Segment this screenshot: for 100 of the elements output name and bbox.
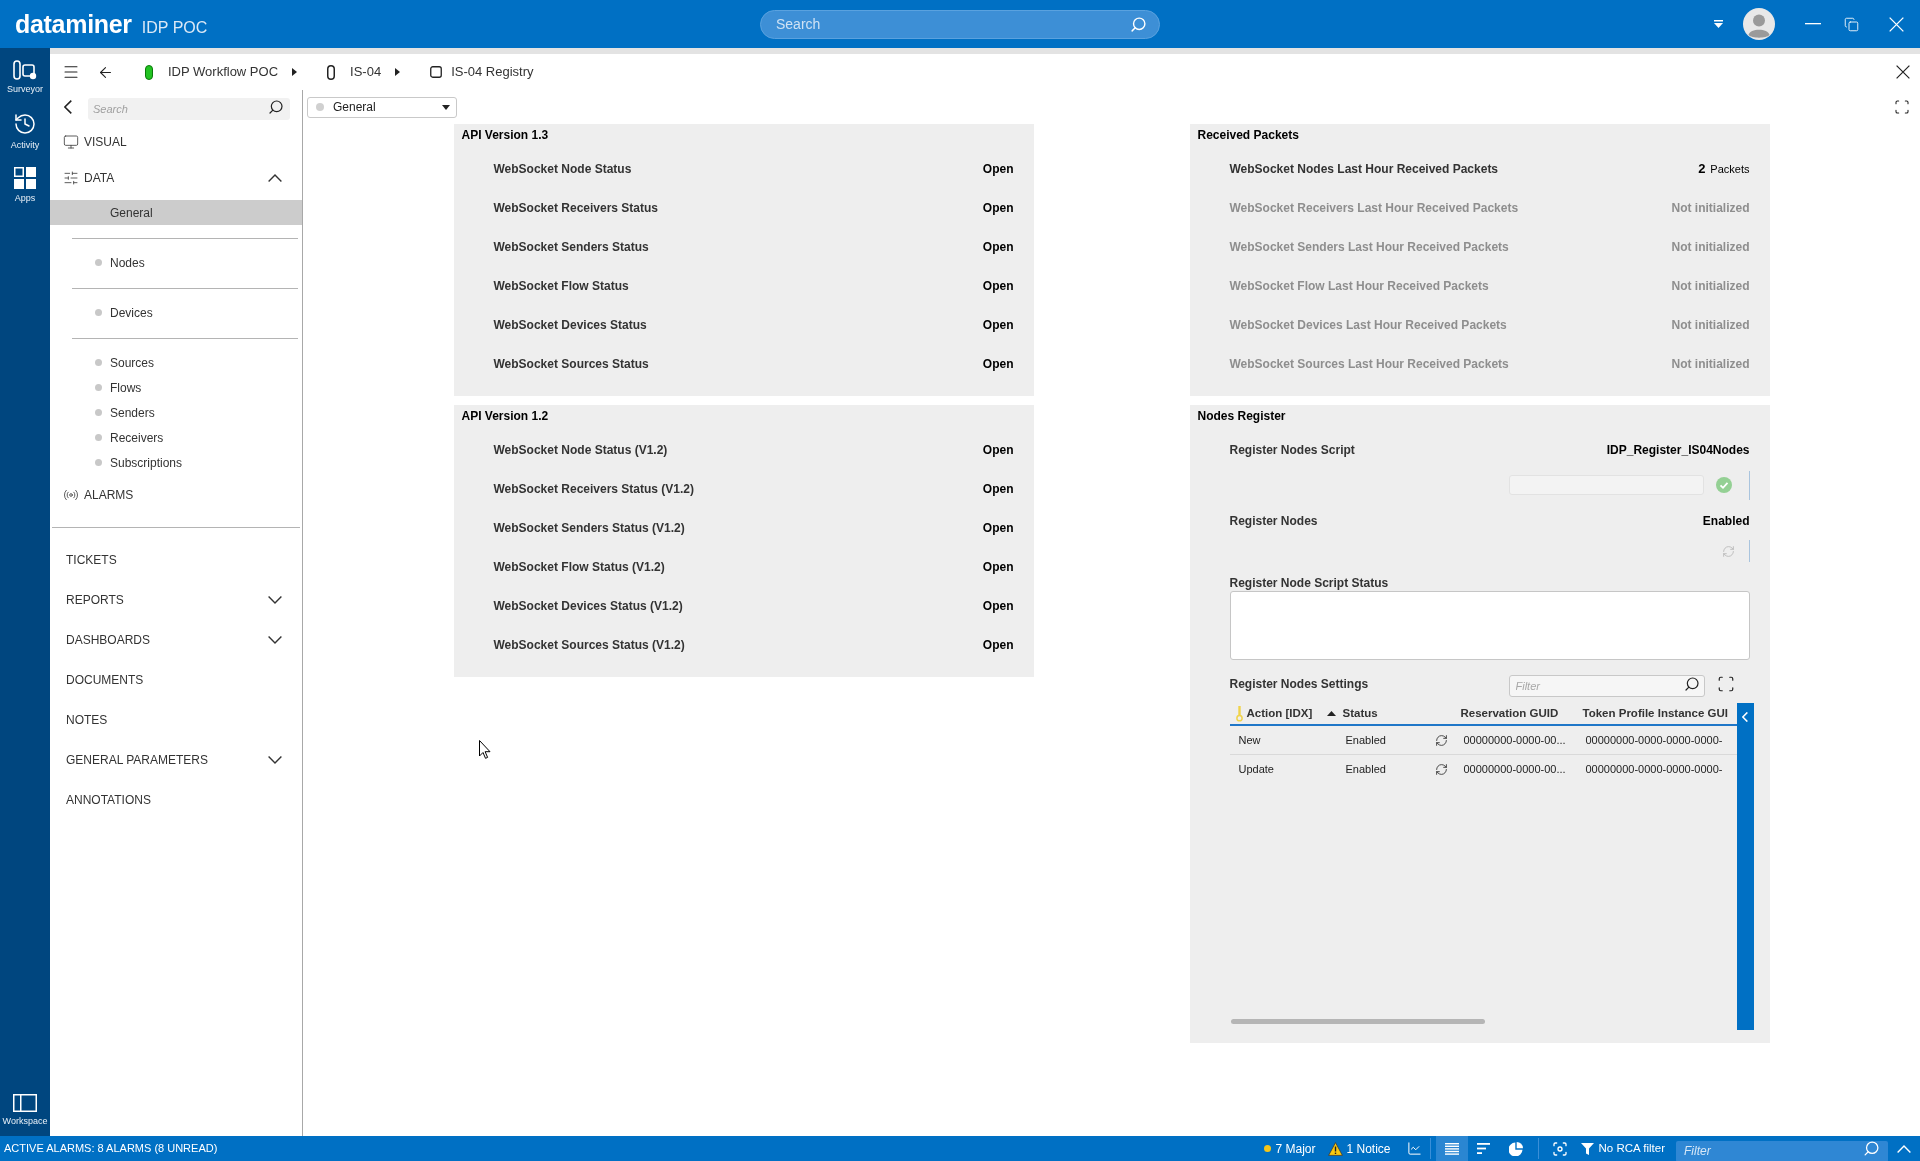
column-header[interactable]: Status (1341, 703, 1432, 724)
search-field[interactable]: Search (760, 9, 1160, 39)
table-cell-text: Enabled (1345, 732, 1386, 748)
collapse-button[interactable] (64, 100, 72, 114)
status-dot-icon (95, 309, 102, 316)
nav-subitem[interactable]: Senders (50, 400, 302, 425)
parameter-label: WebSocket Flow Status (493, 277, 629, 295)
restore-button[interactable] (1844, 16, 1859, 32)
status-dot-icon (95, 409, 102, 416)
card-title: API Version 1.3 (461, 127, 549, 144)
nav-subitem[interactable]: Receivers (50, 425, 302, 450)
sort-bars-icon (1477, 1143, 1491, 1154)
status-dot-icon (95, 384, 102, 391)
nav-item[interactable]: GENERAL PARAMETERS (50, 740, 302, 780)
search-icon (1863, 1140, 1880, 1157)
menu-button[interactable] (62, 64, 80, 80)
rail-button[interactable]: Surveyor (0, 50, 50, 104)
avatar-icon[interactable] (1743, 8, 1775, 40)
nav-subitem[interactable]: Flows (50, 375, 302, 400)
nav-item[interactable]: DASHBOARDS (50, 620, 302, 660)
parameter-label: Register Nodes Script (1229, 441, 1355, 459)
pill-outline-icon (327, 64, 336, 80)
column-header[interactable]: Reservation GUID (1459, 703, 1582, 724)
parameter-label: WebSocket Receivers Status (V1.2) (493, 480, 695, 498)
monitor-icon (62, 134, 80, 150)
fullscreen-button[interactable] (1716, 675, 1735, 693)
square-outline-icon (430, 66, 443, 78)
parameter-label: WebSocket Node Status (V1.2) (493, 441, 668, 459)
breadcrumb-link[interactable]: IS-04 (327, 62, 382, 82)
trend-button[interactable] (1406, 1141, 1422, 1156)
parameter-label: WebSocket Devices Status (V1.2) (493, 597, 683, 615)
parameter-label: WebSocket Sources Status (493, 355, 649, 373)
refresh-button[interactable] (1434, 762, 1449, 777)
status-dot-icon (95, 259, 102, 266)
parameter-value: Open (982, 316, 1014, 334)
status-dot-icon (316, 103, 324, 111)
card-title: Nodes Register (1197, 408, 1286, 425)
side-panel-toggle[interactable] (1736, 703, 1754, 1030)
severity-counter[interactable]: 7 Major (1264, 1136, 1316, 1161)
nav-item[interactable]: NOTES (50, 700, 302, 740)
funnel-icon (1580, 1142, 1594, 1155)
page-dropdown[interactable]: General (307, 96, 457, 118)
parameter-value: Open (982, 441, 1014, 459)
refresh-button[interactable] (1434, 733, 1449, 747)
field-label: Register Node Script Status (1229, 575, 1389, 592)
status-dot-icon (95, 359, 102, 366)
rail-button[interactable]: Apps (0, 158, 50, 212)
parameter-value: Not initialized (1671, 355, 1750, 373)
table-cell-text: New (1238, 732, 1261, 748)
nav-subitem[interactable]: Sources (50, 350, 302, 375)
table-cell-text: 00000000-0000-0000-0000- (1585, 762, 1723, 778)
nav-subitem[interactable]: Subscriptions (50, 450, 302, 475)
parameter-value: Open (982, 519, 1014, 537)
table-cell-text: 00000000-0000-0000-0000- (1585, 732, 1723, 748)
restore-icon (1844, 16, 1859, 32)
parameter-value: Open (982, 238, 1014, 256)
filter-field[interactable]: Filter (1508, 675, 1705, 697)
parameter-value: Open (982, 636, 1014, 654)
nav-item[interactable]: TICKETS (50, 540, 302, 580)
status-dot-icon (95, 459, 102, 466)
close-icon (1889, 16, 1904, 32)
table-cell-text: 00000000-0000-00... (1463, 732, 1566, 748)
expand-button[interactable] (1894, 99, 1910, 115)
breadcrumb-link[interactable]: IS-04 Registry (430, 62, 534, 82)
parameter-value: Open (982, 277, 1014, 295)
nav-subitem[interactable]: Nodes (50, 250, 302, 275)
nav-subitem[interactable]: General (50, 200, 302, 225)
check-circle-icon[interactable] (1715, 477, 1732, 493)
parameter-label: WebSocket Receivers Status (493, 199, 659, 217)
unit-label: Packets (1710, 161, 1750, 177)
corners-icon (1716, 675, 1735, 693)
search-field[interactable]: Search (88, 98, 290, 120)
nav-item[interactable]: DATA (50, 160, 302, 196)
refresh-icon (1435, 733, 1448, 747)
horizontal-scrollbar[interactable] (1230, 1019, 1485, 1024)
nav-item[interactable]: DOCUMENTS (50, 660, 302, 700)
severity-counter[interactable]: 1 Notice (1327, 1136, 1391, 1161)
parameter-label: WebSocket Devices Status (493, 316, 647, 334)
column-header[interactable]: Action [IDX] (1229, 703, 1342, 724)
pie-chart-icon (1508, 1141, 1523, 1156)
nav-subitem[interactable]: Devices (50, 300, 302, 325)
rail-button[interactable]: Activity (0, 104, 50, 158)
nav-item[interactable]: ANNOTATIONS (50, 780, 302, 820)
nav-item[interactable]: ALARMS (50, 477, 302, 513)
parameter-value: Not initialized (1671, 277, 1750, 295)
table-cell-text: Update (1238, 762, 1274, 778)
nav-item[interactable]: REPORTS (50, 580, 302, 620)
breadcrumb-link[interactable]: IDP Workflow POC (145, 62, 279, 82)
rail-button[interactable]: Workspace (0, 1088, 50, 1132)
focus-button[interactable] (1551, 1140, 1568, 1157)
filter-field[interactable]: Filter (1676, 1140, 1888, 1161)
card-title: Received Packets (1197, 127, 1299, 144)
nav-item[interactable]: VISUAL (50, 124, 302, 160)
line-chart-icon (1406, 1141, 1422, 1156)
parameter-value: Open (982, 355, 1014, 373)
view-button[interactable] (1435, 1136, 1468, 1161)
column-header[interactable]: Token Profile Instance GUI (1581, 703, 1737, 724)
close-button[interactable] (1896, 65, 1910, 79)
rca-filter-button[interactable]: No RCA filter (1580, 1136, 1665, 1161)
back-button[interactable] (97, 64, 114, 80)
